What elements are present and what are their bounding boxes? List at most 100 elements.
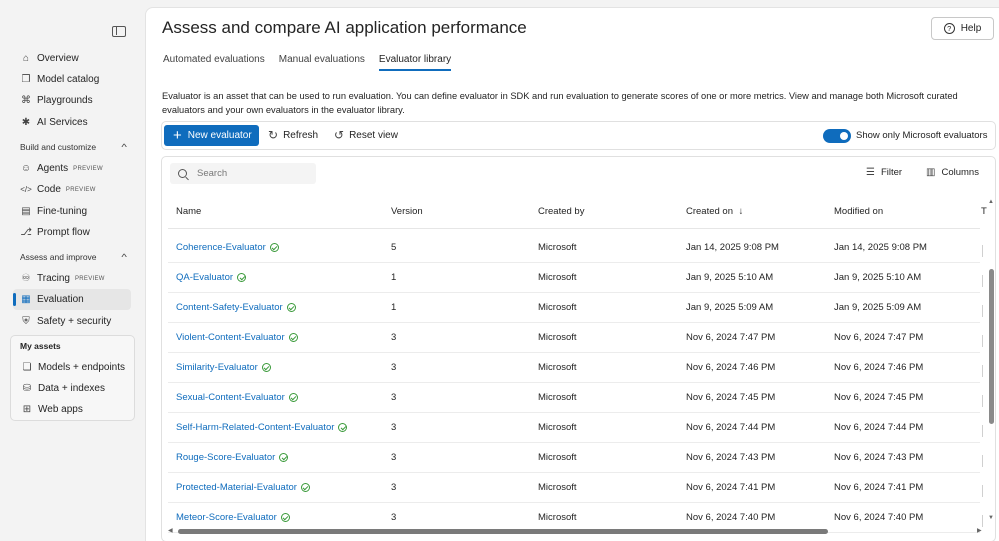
search-input[interactable] — [197, 168, 307, 179]
cell-modified-on: Nov 6, 2024 7:46 PM — [834, 362, 924, 373]
evaluator-name-link[interactable]: Sexual-Content-Evaluator — [176, 392, 298, 403]
sidebar-item-fine-tuning[interactable]: ▤ Fine-tuning — [13, 201, 131, 222]
scrollbar-thumb[interactable] — [178, 529, 828, 534]
table-row[interactable]: Rouge-Score-Evaluator 3 Microsoft Nov 6, 20… — [168, 443, 983, 473]
evaluator-name-link[interactable]: Meteor-Score-Evaluator — [176, 512, 290, 523]
sidebar-item-code[interactable]: </> Code PREVIEW — [13, 179, 131, 200]
new-evaluator-button[interactable]: + New evaluator — [164, 125, 259, 146]
cell-modified-on: Jan 9, 2025 5:09 AM — [834, 302, 922, 313]
cell-created-by: Microsoft — [538, 482, 577, 493]
scroll-up-icon[interactable]: ▲ — [988, 199, 994, 205]
table-row[interactable]: Self-Harm-Related-Content-Evaluator 3 Micr… — [168, 413, 983, 443]
sidebar-item-models-endpoints[interactable]: ❏ Models + endpoints — [14, 357, 132, 378]
column-header-label: Created on — [686, 206, 734, 217]
sidebar-item-prompt-flow[interactable]: ⎇ Prompt flow — [13, 222, 131, 243]
table-row[interactable]: Sexual-Content-Evaluator 3 Microsoft Nov 6,… — [168, 383, 983, 413]
collapse-sidebar-icon[interactable] — [112, 26, 126, 37]
scroll-right-icon[interactable]: ▶ — [977, 527, 982, 534]
scroll-left-icon[interactable]: ◀ — [168, 527, 173, 534]
microsoft-only-toggle[interactable] — [823, 129, 851, 143]
verified-check-icon — [286, 303, 296, 312]
section-build-and-customize[interactable]: Build and customize ^ — [20, 142, 127, 152]
tracing-icon: ♾ — [21, 273, 31, 284]
sidebar-item-playgrounds[interactable]: ⌘ Playgrounds — [13, 90, 131, 111]
scroll-down-icon[interactable]: ▼ — [988, 515, 994, 521]
scrollbar-thumb[interactable] — [989, 269, 994, 424]
sidebar-item-safety-security[interactable]: ⛨ Safety + security — [13, 311, 131, 332]
cell-version: 3 — [391, 422, 397, 433]
evaluator-name-link[interactable]: Violent-Content-Evaluator — [176, 332, 298, 343]
column-header-truncated[interactable]: T — [981, 206, 987, 217]
filter-button[interactable]: ☰ Filter — [866, 167, 902, 178]
verified-check-icon — [261, 363, 271, 372]
sidebar-item-tracing[interactable]: ♾ Tracing PREVIEW — [13, 268, 131, 289]
tab-bar: Automated evaluations Manual evaluations… — [163, 54, 465, 71]
table-row[interactable]: Coherence-Evaluator 5 Microsoft Jan 14, 202… — [168, 233, 983, 263]
cell-created-on: Nov 6, 2024 7:44 PM — [686, 422, 776, 433]
column-header-version[interactable]: Version — [391, 206, 423, 217]
code-icon: </> — [20, 185, 32, 194]
search-box[interactable] — [170, 163, 316, 184]
cell-created-on: Nov 6, 2024 7:47 PM — [686, 332, 776, 343]
cell-created-on: Nov 6, 2024 7:45 PM — [686, 392, 776, 403]
truncated-cell — [982, 455, 986, 467]
cell-modified-on: Nov 6, 2024 7:47 PM — [834, 332, 924, 343]
sidebar-item-web-apps[interactable]: ⊞ Web apps — [14, 399, 132, 420]
section-title: Build and customize — [20, 142, 97, 152]
sidebar-item-evaluation[interactable]: ▦ Evaluation — [13, 289, 131, 310]
sidebar-item-agents[interactable]: ☺ Agents PREVIEW — [13, 158, 131, 179]
evaluator-name-link[interactable]: Coherence-Evaluator — [176, 242, 279, 253]
tab-manual-evaluations[interactable]: Manual evaluations — [279, 54, 365, 71]
table-row[interactable]: Content-Safety-Evaluator 1 Microsoft Jan 9,… — [168, 293, 983, 323]
playgrounds-icon: ⌘ — [21, 95, 31, 106]
toggle-label: Show only Microsoft evaluators — [856, 130, 988, 141]
sidebar-item-ai-services[interactable]: ✱ AI Services — [13, 112, 131, 133]
filter-label: Filter — [880, 167, 903, 178]
truncated-cell — [982, 245, 986, 257]
cell-version: 5 — [391, 242, 397, 253]
cell-created-by: Microsoft — [538, 452, 577, 463]
verified-check-icon — [288, 393, 298, 402]
table-row[interactable]: Similarity-Evaluator 3 Microsoft Nov 6, 202… — [168, 353, 983, 383]
column-header-created-by[interactable]: Created by — [538, 206, 584, 217]
reset-view-button[interactable]: ↺ Reset view — [334, 128, 398, 142]
truncated-cell — [982, 365, 986, 377]
section-assess-and-improve[interactable]: Assess and improve ^ — [20, 252, 127, 262]
cell-version: 1 — [391, 302, 397, 313]
column-header-name[interactable]: Name — [176, 206, 201, 217]
table-row[interactable]: Violent-Content-Evaluator 3 Microsoft Nov 6… — [168, 323, 983, 353]
column-header-created-on[interactable]: Created on ↓ — [686, 206, 743, 217]
reset-view-label: Reset view — [349, 129, 398, 141]
cell-created-by: Microsoft — [538, 302, 577, 313]
columns-button[interactable]: ▥ Columns — [926, 167, 979, 178]
tab-evaluator-library[interactable]: Evaluator library — [378, 54, 452, 71]
table-row[interactable]: Protected-Material-Evaluator 3 Microsoft No… — [168, 473, 983, 503]
evaluator-name-link[interactable]: Content-Safety-Evaluator — [176, 302, 296, 313]
evaluator-name-link[interactable]: Self-Harm-Related-Content-Evaluator — [176, 422, 348, 433]
table-row[interactable]: QA-Evaluator 1 Microsoft Jan 9, 2025 5:10 A… — [168, 263, 983, 293]
sort-descending-icon: ↓ — [738, 206, 744, 217]
sidebar-item-model-catalog[interactable]: ❒ Model catalog — [13, 69, 131, 90]
cell-version: 3 — [391, 452, 397, 463]
column-header-modified-on[interactable]: Modified on — [834, 206, 883, 217]
evaluator-name-link[interactable]: Protected-Material-Evaluator — [176, 482, 310, 493]
tab-automated-evaluations[interactable]: Automated evaluations — [163, 54, 265, 71]
evaluator-name-link[interactable]: Similarity-Evaluator — [176, 362, 271, 373]
models-endpoints-icon: ❏ — [22, 362, 32, 373]
sidebar-item-label: Tracing — [37, 273, 70, 284]
cell-created-on: Jan 14, 2025 9:08 PM — [686, 242, 779, 253]
refresh-button[interactable]: ↻ Refresh — [268, 128, 318, 142]
sidebar-item-label: AI Services — [37, 117, 88, 128]
cell-modified-on: Nov 6, 2024 7:45 PM — [834, 392, 924, 403]
sidebar-item-overview[interactable]: ⌂ Overview — [13, 48, 131, 69]
evaluator-name-link[interactable]: QA-Evaluator — [176, 272, 247, 283]
verified-check-icon — [338, 423, 348, 432]
cell-created-by: Microsoft — [538, 422, 577, 433]
reset-icon: ↺ — [334, 128, 345, 142]
horizontal-scrollbar[interactable]: ◀ ▶ — [168, 528, 988, 535]
help-button[interactable]: ? Help — [931, 17, 994, 40]
evaluator-name-link[interactable]: Rouge-Score-Evaluator — [176, 452, 289, 463]
sidebar-item-data-indexes[interactable]: ⛁ Data + indexes — [14, 378, 132, 399]
main-panel: Assess and compare AI application perfor… — [145, 7, 999, 541]
vertical-scrollbar[interactable]: ▲ ▼ — [988, 197, 995, 527]
